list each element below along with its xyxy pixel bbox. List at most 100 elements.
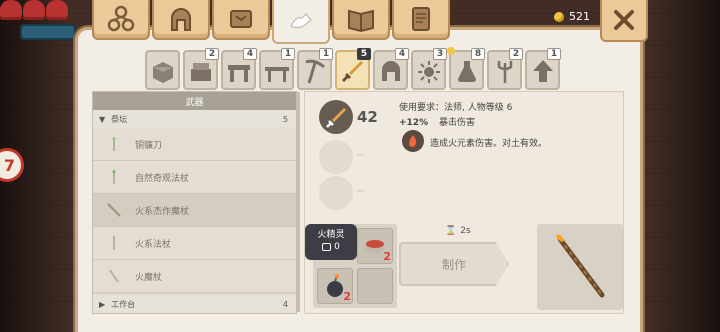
block-icon: [152, 62, 173, 83]
fire-staff-icon: [113, 236, 115, 250]
close-icon: [614, 10, 634, 30]
recipe-list-header: 武器: [93, 92, 296, 110]
health-hearts: [0, 0, 68, 20]
tab-helmet[interactable]: [152, 0, 210, 40]
helmet-icon: [171, 8, 191, 31]
group-name: 工作台: [111, 299, 136, 309]
crafting-hands-icon: [289, 12, 313, 29]
materials-icon: [190, 63, 211, 81]
category-upgrade[interactable]: 1: [525, 48, 561, 90]
recipe-detail: 42 使用要求：法师, 人物等级 6 +12% 暴击伤害 造成火元素伤害。对土有…: [304, 91, 624, 314]
tooltip-owned: 0: [305, 242, 357, 252]
book-icon: [348, 9, 374, 33]
empty-stat-value: --: [357, 150, 364, 160]
crit-stat: +12% 暴击伤害: [399, 115, 475, 128]
required-count: 2: [383, 250, 391, 263]
recipe-group-workbench[interactable]: ▶ 工作台 4: [93, 295, 296, 313]
category-tabs: 2 4 1 1 5 4 3 8 2 1: [145, 47, 561, 90]
sword-icon: [326, 108, 346, 128]
category-count: 5: [357, 48, 371, 60]
hourglass-icon: ⌛: [445, 226, 457, 236]
sword-icon: [341, 61, 363, 83]
fire-wand-icon: [556, 234, 605, 298]
category-magic[interactable]: 2: [487, 48, 523, 90]
recipe-name: 火魔杖: [135, 272, 163, 283]
craft-button[interactable]: 制作: [399, 242, 509, 286]
group-count: 5: [282, 114, 288, 124]
tab-structures[interactable]: [92, 0, 150, 40]
tooltip-title: 火精灵: [317, 230, 345, 240]
pickaxe-icon: [305, 59, 325, 84]
required-count: 2: [343, 290, 351, 303]
empty-stat-value: --: [357, 186, 364, 196]
category-accessories[interactable]: 3: [411, 48, 447, 90]
recipe-item-selected[interactable]: 火系杰作魔杖: [93, 194, 296, 227]
category-block[interactable]: [145, 50, 180, 90]
effect-text: 造成火元素伤害。对土有效。: [430, 139, 548, 149]
workbench-icon: [227, 65, 250, 82]
group-name: 祭坛: [111, 114, 128, 124]
recipe-name: 铜镰刀: [135, 140, 163, 151]
sun-accessory-icon: [417, 61, 440, 83]
category-count: 1: [547, 48, 561, 60]
nature-staff-icon: [112, 170, 116, 184]
category-count: 4: [395, 48, 409, 60]
currency-display: 521: [554, 10, 590, 23]
recipe-item[interactable]: 火魔杖: [93, 260, 296, 293]
group-count: 4: [282, 299, 288, 309]
heart-icon: [23, 0, 45, 20]
recipe-group-altar[interactable]: ▼ 祭坛 5: [93, 110, 296, 128]
category-count: 4: [243, 48, 257, 60]
heart-icon: [46, 0, 68, 20]
owned-count: 0: [334, 242, 340, 252]
mana-bar: [20, 24, 76, 40]
gold-coin-icon: [554, 11, 564, 22]
tab-journal[interactable]: [332, 0, 390, 40]
craft-result-slot[interactable]: [537, 224, 623, 310]
fire-rod-icon: [109, 269, 119, 283]
recipe-list-scrollbar[interactable]: [296, 92, 300, 312]
tab-quests[interactable]: [392, 0, 450, 40]
category-materials[interactable]: 2: [183, 48, 219, 90]
trident-icon: [497, 61, 512, 83]
category-table[interactable]: 1: [259, 48, 295, 90]
category-tools[interactable]: 1: [297, 48, 333, 90]
structures-icon: [107, 5, 135, 32]
weapon-stat-icon: [319, 100, 353, 134]
recipe-name: 自然奇观法杖: [135, 173, 190, 184]
potion-icon: [457, 61, 476, 82]
category-count: 3: [433, 48, 447, 60]
close-button[interactable]: [600, 0, 648, 42]
recipe-item[interactable]: 自然奇观法杖: [93, 161, 296, 194]
recipe-item[interactable]: 火系法杖: [93, 227, 296, 260]
tab-crafting[interactable]: [272, 0, 330, 44]
category-weapons[interactable]: 5: [335, 48, 371, 90]
ingredient-slot-empty[interactable]: [357, 268, 393, 304]
ingredient-tooltip: 火精灵 0: [305, 224, 357, 260]
craft-timer: ⌛ 2s: [445, 226, 471, 236]
upgrade-arrow-icon: [532, 60, 553, 82]
copper-sickle-icon: [112, 137, 116, 151]
fire-element-icon: [402, 130, 424, 152]
category-count: 2: [205, 48, 219, 60]
ingredient-slot-bowl[interactable]: 2: [357, 228, 393, 264]
recipe-item[interactable]: 铜镰刀: [93, 128, 296, 161]
category-count: 8: [471, 48, 485, 60]
crit-value: +12%: [399, 118, 429, 128]
armor-helmet-icon: [381, 61, 400, 81]
category-workbench[interactable]: 4: [221, 48, 257, 90]
recipe-name: 火系杰作魔杖: [135, 206, 190, 217]
table-icon: [264, 67, 289, 82]
category-count: 2: [509, 48, 523, 60]
new-indicator-dot: [447, 47, 455, 55]
scroll-icon: [412, 7, 430, 31]
category-potions[interactable]: 8: [447, 47, 485, 90]
category-armor[interactable]: 4: [373, 48, 409, 90]
category-count: 1: [319, 48, 333, 60]
ingredient-slot-fire-spirit[interactable]: 2: [317, 268, 353, 304]
requirement-text: 使用要求：法师, 人物等级 6: [399, 103, 513, 113]
treasure-map-icon: [230, 10, 252, 28]
category-count: 1: [281, 48, 295, 60]
chevron-right-icon: ▶: [99, 299, 106, 309]
tab-storage[interactable]: [212, 0, 270, 40]
